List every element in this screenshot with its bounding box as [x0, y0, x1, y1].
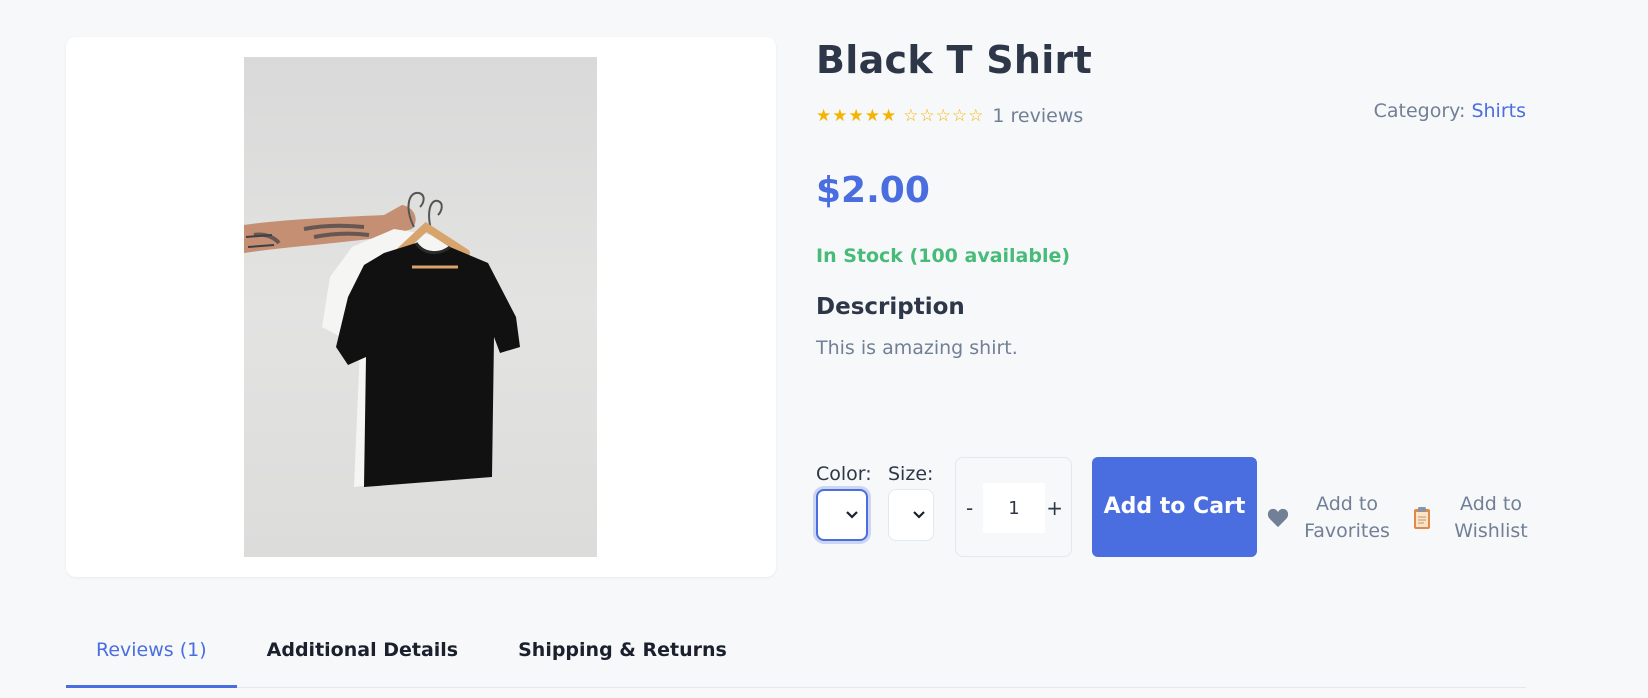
tab-shipping-returns[interactable]: Shipping & Returns: [488, 620, 757, 688]
product-category: Category: Shirts: [1374, 100, 1526, 122]
description-heading: Description: [816, 294, 965, 320]
heart-icon: [1266, 506, 1290, 530]
product-image-card: [66, 37, 776, 577]
favorites-label: Add to Favorites: [1304, 493, 1390, 542]
chevron-down-icon: [913, 511, 925, 519]
tab-additional-details[interactable]: Additional Details: [237, 620, 488, 688]
description-text: This is amazing shirt.: [816, 337, 1018, 359]
size-label: Size:: [888, 463, 934, 485]
clipboard-icon: [1410, 506, 1434, 530]
rating-stars-filled: ★★★★★: [816, 106, 898, 126]
product-rating: ★★★★★ ☆☆☆☆☆ 1 reviews: [816, 104, 1083, 128]
add-to-wishlist-button[interactable]: Add to Wishlist: [1410, 492, 1536, 544]
category-label: Category:: [1373, 100, 1466, 122]
product-title: Black T Shirt: [816, 38, 1093, 82]
product-price: $2.00: [816, 170, 930, 211]
quantity-increase-button[interactable]: +: [1046, 496, 1063, 520]
product-photo: [244, 57, 597, 557]
add-to-cart-button[interactable]: Add to Cart: [1092, 457, 1257, 557]
review-count: 1 reviews: [992, 105, 1084, 127]
rating-stars-empty: ☆☆☆☆☆: [903, 106, 985, 126]
color-select[interactable]: [816, 489, 868, 541]
chevron-down-icon: [846, 511, 858, 519]
quantity-stepper: - +: [955, 457, 1072, 557]
wishlist-label: Add to Wishlist: [1454, 493, 1528, 542]
product-tabs: Reviews (1) Additional Details Shipping …: [66, 620, 1526, 688]
add-to-favorites-button[interactable]: Add to Favorites: [1266, 492, 1392, 544]
stock-status: In Stock (100 available): [816, 245, 1071, 267]
size-select[interactable]: [888, 489, 934, 541]
color-label: Color:: [816, 463, 872, 485]
quantity-input[interactable]: [983, 483, 1045, 533]
tab-reviews[interactable]: Reviews (1): [66, 620, 237, 688]
category-link[interactable]: Shirts: [1471, 100, 1526, 122]
quantity-decrease-button[interactable]: -: [966, 496, 973, 520]
